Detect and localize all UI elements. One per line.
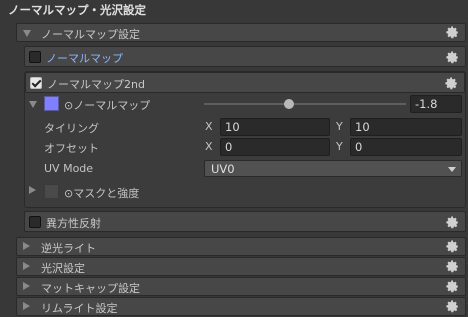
normal-settings-header[interactable]: ノーマルマップ設定 (16, 23, 466, 42)
normal-map-row[interactable]: ノーマルマップ (24, 46, 466, 67)
expand-triangle-icon[interactable] (23, 282, 30, 290)
chevron-down-icon (448, 167, 456, 172)
expand-triangle-icon[interactable] (23, 242, 30, 250)
section-label: 光沢設定 (41, 262, 85, 275)
gear-icon[interactable] (446, 280, 459, 293)
normal-map-2nd-header[interactable]: ノーマルマップ2nd (25, 72, 465, 93)
gear-icon[interactable] (446, 216, 459, 229)
gear-icon[interactable] (446, 300, 459, 313)
mask-texture-swatch[interactable] (44, 184, 59, 199)
scale-slider-knob[interactable] (283, 99, 294, 109)
normal-map-2nd-checkbox[interactable] (30, 77, 42, 89)
scale-value-field[interactable]: -1.8 (410, 95, 462, 113)
scale-slider-track[interactable] (204, 103, 406, 105)
offset-label: オフセット (44, 142, 99, 155)
anisotropic-label: 異方性反射 (46, 217, 101, 230)
section-label: マットキャップ設定 (41, 282, 140, 295)
normal-map-label: ノーマルマップ (46, 52, 123, 65)
anisotropic-row[interactable]: 異方性反射 (24, 211, 466, 232)
matcap-header[interactable]: マットキャップ設定 (16, 277, 466, 296)
tiling-x-label: X (205, 120, 213, 133)
uv-mode-dropdown[interactable]: UV0 (204, 160, 462, 177)
normal-map-checkbox[interactable] (29, 51, 41, 63)
offset-y-label: Y (336, 140, 343, 153)
anisotropic-checkbox[interactable] (29, 216, 41, 228)
rimlight-header[interactable]: リムライト設定 (16, 297, 466, 316)
section-label: ノーマルマップ設定 (41, 28, 140, 41)
gear-icon[interactable] (446, 51, 459, 64)
offset-x-label: X (205, 140, 213, 153)
offset-x-field[interactable]: 0 (220, 138, 330, 156)
tiling-y-label: Y (336, 120, 343, 133)
expand-triangle-icon[interactable] (23, 262, 30, 270)
expand-triangle-icon[interactable] (23, 30, 31, 37)
gear-icon[interactable] (446, 240, 459, 253)
expand-triangle-icon[interactable] (23, 302, 30, 310)
normal-texture-swatch[interactable] (44, 96, 59, 111)
tiling-label: タイリング (44, 122, 99, 135)
uv-mode-label: UV Mode (44, 162, 94, 175)
normal-texture-label: ⊙ノーマルマップ (64, 99, 151, 112)
uv-mode-value: UV0 (211, 162, 235, 176)
section-label: 逆光ライト (41, 242, 96, 255)
backlight-header[interactable]: 逆光ライト (16, 237, 466, 256)
gear-icon[interactable] (446, 26, 459, 39)
tiling-x-field[interactable]: 10 (220, 118, 330, 136)
mask-expand-triangle-icon[interactable] (29, 186, 36, 194)
section-label: リムライト設定 (41, 302, 118, 315)
texture-expand-triangle-icon[interactable] (29, 101, 37, 108)
panel-title: ノーマルマップ・光沢設定 (8, 3, 146, 17)
normal-map-2nd-label: ノーマルマップ2nd (47, 78, 145, 91)
tiling-y-field[interactable]: 10 (350, 118, 462, 136)
gloss-header[interactable]: 光沢設定 (16, 257, 466, 276)
offset-y-field[interactable]: 0 (350, 138, 462, 156)
mask-label: ⊙マスクと強度 (64, 187, 140, 200)
gear-icon[interactable] (445, 77, 458, 90)
gear-icon[interactable] (446, 260, 459, 273)
